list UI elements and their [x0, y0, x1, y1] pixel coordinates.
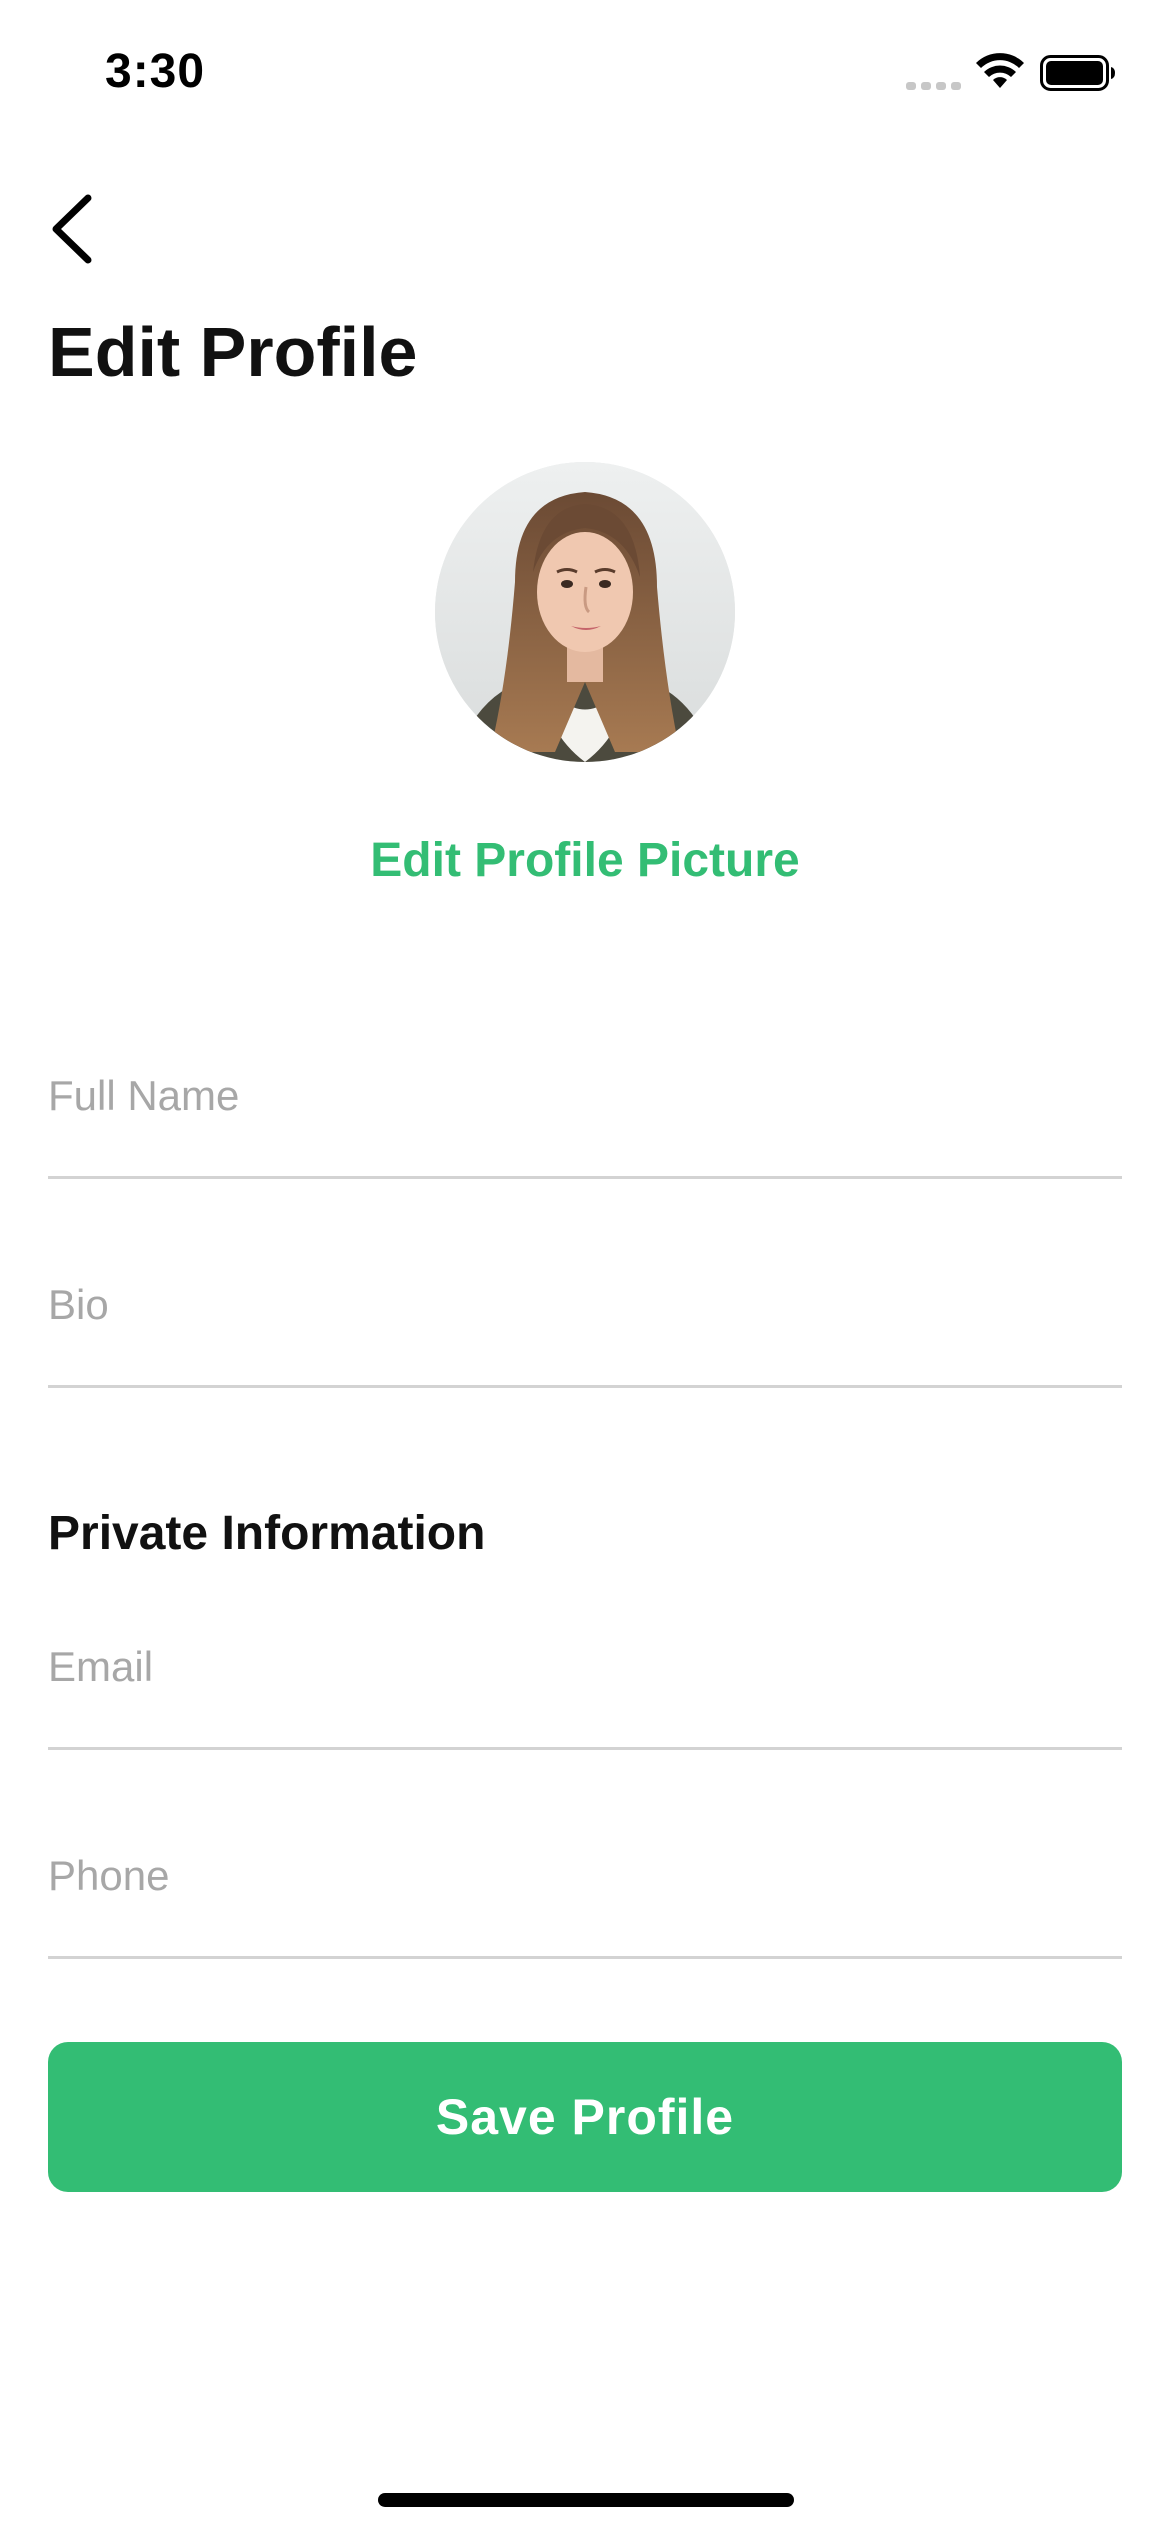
email-input[interactable] [48, 1637, 1122, 1697]
battery-icon [1040, 55, 1115, 91]
wifi-icon [976, 53, 1024, 88]
avatar[interactable] [435, 462, 735, 762]
full-name-field [48, 1056, 1122, 1179]
back-button[interactable] [36, 184, 116, 274]
status-bar: 3:30 [0, 0, 1170, 150]
edit-profile-picture-link[interactable]: Edit Profile Picture [0, 832, 1170, 890]
private-information-heading: Private Information [48, 1507, 486, 1560]
email-field [48, 1627, 1122, 1750]
bio-field [48, 1265, 1122, 1388]
signal-icon [906, 82, 961, 90]
avatar-photo [435, 462, 735, 762]
save-profile-button[interactable]: Save Profile [48, 2042, 1122, 2192]
home-indicator[interactable] [378, 2493, 794, 2507]
phone-input[interactable] [48, 1846, 1122, 1906]
page-title: Edit Profile [48, 313, 418, 391]
chevron-left-icon [52, 194, 92, 264]
full-name-input[interactable] [48, 1066, 1122, 1126]
phone-field [48, 1836, 1122, 1959]
status-time: 3:30 [105, 45, 206, 98]
bio-input[interactable] [48, 1275, 1122, 1335]
